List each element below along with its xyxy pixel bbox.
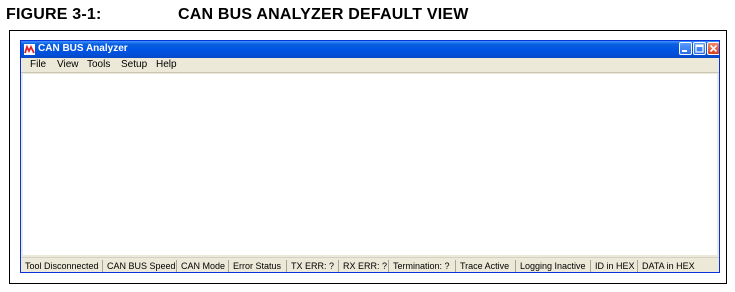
title-bar[interactable]: CAN BUS Analyzer bbox=[21, 41, 719, 58]
microchip-logo-icon bbox=[24, 44, 35, 55]
maximize-button[interactable] bbox=[693, 42, 706, 55]
menu-tools[interactable]: Tools bbox=[87, 59, 110, 70]
status-tx-err: TX ERR: ? bbox=[289, 260, 339, 272]
maximize-icon bbox=[695, 44, 704, 53]
status-bar: Tool Disconnected CAN BUS Speed CAN Mode… bbox=[21, 257, 719, 272]
menu-bar: File View Tools Setup Help bbox=[21, 58, 719, 73]
figure-title: CAN BUS ANALYZER DEFAULT VIEW bbox=[178, 6, 469, 23]
figure-number: FIGURE 3-1: bbox=[6, 6, 102, 23]
status-can-mode: CAN Mode bbox=[179, 260, 229, 272]
menu-setup[interactable]: Setup bbox=[121, 59, 147, 70]
status-logging: Logging Inactive bbox=[518, 260, 591, 272]
status-data-format: DATA in HEX bbox=[642, 261, 695, 271]
status-tool-connection: Tool Disconnected bbox=[23, 260, 103, 272]
status-trace: Trace Active bbox=[458, 260, 516, 272]
main-view-area[interactable] bbox=[23, 74, 717, 255]
menu-file[interactable]: File bbox=[30, 59, 46, 70]
status-rx-err: RX ERR: ? bbox=[343, 260, 389, 272]
app-window: CAN BUS Analyzer File View Tools Setup H… bbox=[20, 40, 720, 273]
menu-view[interactable]: View bbox=[57, 59, 79, 70]
status-termination: Termination: ? bbox=[391, 260, 456, 272]
close-icon bbox=[709, 44, 718, 53]
minimize-button[interactable] bbox=[679, 42, 692, 55]
window-title: CAN BUS Analyzer bbox=[38, 43, 128, 54]
minimize-icon bbox=[682, 50, 687, 52]
status-id-format: ID in HEX bbox=[593, 260, 638, 272]
status-error-status: Error Status bbox=[231, 260, 287, 272]
menu-help[interactable]: Help bbox=[156, 59, 177, 70]
status-can-bus-speed: CAN BUS Speed bbox=[107, 260, 177, 272]
close-button[interactable] bbox=[707, 42, 719, 55]
